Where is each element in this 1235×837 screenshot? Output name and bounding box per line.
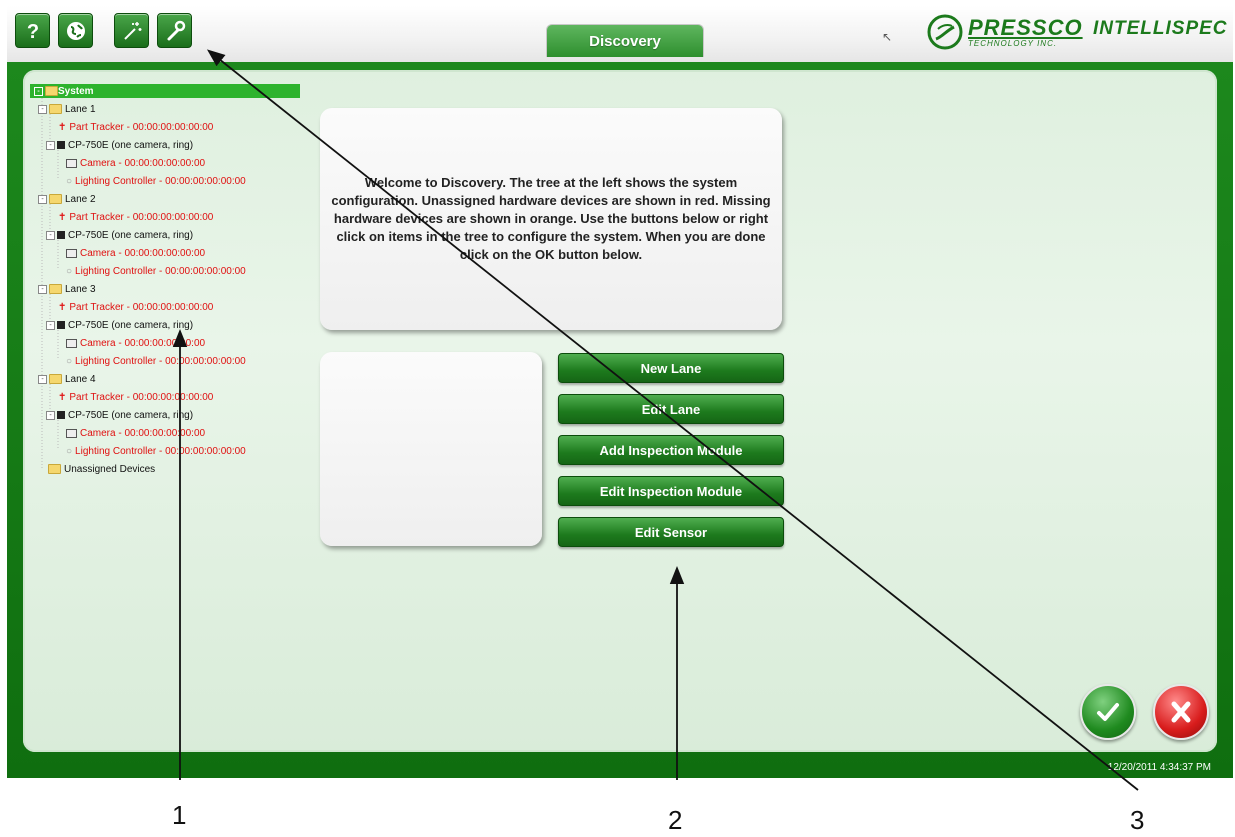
callout-label-1: 1 bbox=[172, 800, 187, 830]
callout-line-3 bbox=[206, 49, 1139, 791]
callout-label-3: 3 bbox=[1130, 805, 1145, 835]
callout-label-2: 2 bbox=[668, 805, 683, 835]
callout-overlay bbox=[172, 49, 1139, 791]
